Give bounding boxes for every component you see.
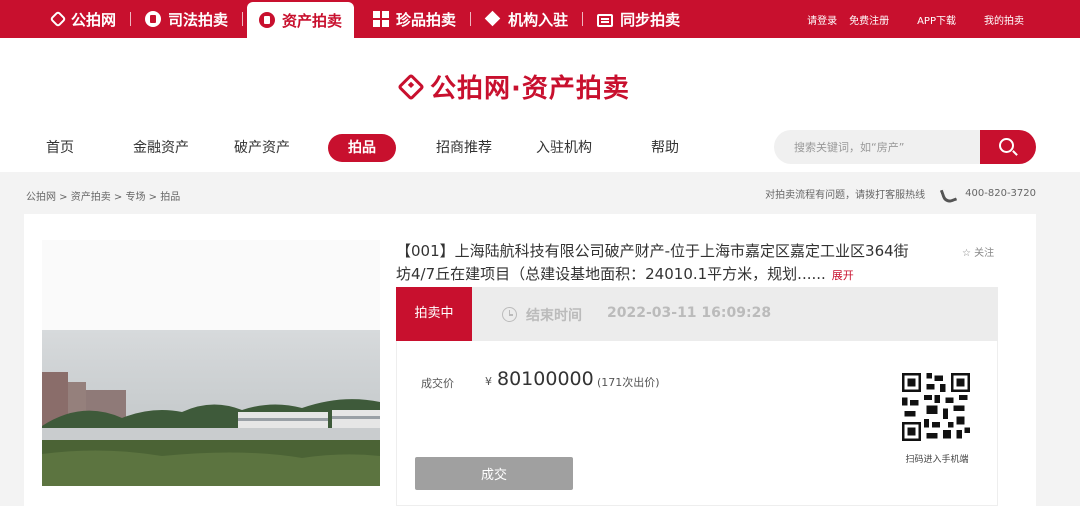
- status-badge: 拍卖中: [396, 287, 472, 341]
- price-label: 成交价: [421, 377, 454, 390]
- divider: [130, 12, 132, 26]
- top-nav-asset[interactable]: 资产拍卖: [247, 2, 355, 38]
- end-time-label: 结束时间: [526, 308, 582, 324]
- bid-count[interactable]: (171次出价): [597, 374, 660, 390]
- main-nav: 首页 金融资产 破产资产 拍品 招商推荐 入驻机构 帮助: [0, 134, 760, 162]
- nav-institutions[interactable]: 入驻机构: [536, 134, 592, 162]
- top-nav-institution[interactable]: 机构入驻: [475, 0, 578, 38]
- clock-icon: [502, 307, 517, 322]
- search-button[interactable]: [980, 130, 1036, 164]
- nav-investment[interactable]: 招商推荐: [436, 134, 492, 162]
- gongpai-logo-icon: [49, 10, 67, 28]
- search-bar: [774, 130, 1036, 164]
- nav-financial-assets[interactable]: 金融资产: [133, 134, 189, 162]
- divider: [470, 12, 472, 26]
- auction-status-bar: 拍卖中 结束时间 2022-03-11 16:09:28: [396, 287, 998, 341]
- brand-logo-icon: [397, 72, 425, 101]
- search-icon: [999, 138, 1014, 153]
- qr-caption: 扫码进入手机端: [905, 455, 969, 465]
- lot-card: 【001】上海陆航科技有限公司破产财产-位于上海市嘉定区嘉定工业区364街坊4/…: [24, 214, 1036, 506]
- currency-symbol: ¥: [485, 375, 492, 388]
- breadcrumb[interactable]: 公拍网 > 资产拍卖 > 专场 > 拍品: [26, 188, 180, 203]
- qr-code-icon[interactable]: [902, 373, 970, 441]
- user-links: 请登录 免费注册 APP下载 我的拍卖: [795, 0, 1024, 38]
- brand[interactable]: 公拍网·资产拍卖: [397, 68, 630, 105]
- search-input[interactable]: [774, 130, 980, 164]
- price-value: 80100000: [497, 368, 594, 390]
- top-nav-treasure[interactable]: 珍品拍卖: [363, 0, 466, 38]
- nav-lots[interactable]: 拍品: [328, 134, 396, 162]
- judicial-icon: [145, 11, 162, 27]
- top-nav-sync[interactable]: 同步拍卖: [587, 0, 690, 38]
- expand-link[interactable]: 展开: [832, 269, 854, 282]
- grid-icon: [373, 11, 390, 27]
- top-nav: 公拍网 司法拍卖 资产拍卖 珍品拍卖 机构入驻 同步拍卖: [40, 0, 690, 38]
- my-auction-link[interactable]: 我的拍卖: [984, 12, 1024, 27]
- follow-button[interactable]: ☆ 关注: [962, 244, 994, 259]
- price-panel: 成交价 ¥ 80100000 (171次出价) 成交 扫码进入手机端: [396, 341, 998, 506]
- nav-home[interactable]: 首页: [46, 134, 74, 162]
- lot-photo-image: [42, 240, 380, 486]
- nav-bankruptcy-assets[interactable]: 破产资产: [234, 134, 290, 162]
- lot-photo[interactable]: [42, 240, 380, 486]
- app-download-link[interactable]: APP下载: [917, 12, 956, 27]
- top-nav-gongpai[interactable]: 公拍网: [40, 0, 126, 38]
- deal-button[interactable]: 成交: [415, 457, 573, 490]
- header: 公拍网·资产拍卖 首页 金融资产 破产资产 拍品 招商推荐 入驻机构 帮助: [0, 38, 1080, 172]
- end-time-value: 2022-03-11 16:09:28: [607, 305, 772, 321]
- asset-icon: [259, 12, 276, 28]
- phone-icon: [941, 188, 953, 200]
- brand-title: 公拍网·资产拍卖: [430, 74, 630, 104]
- register-link[interactable]: 免费注册: [849, 12, 889, 27]
- lot-title[interactable]: 【001】上海陆航科技有限公司破产财产-位于上海市嘉定区嘉定工业区364街坊4/…: [396, 240, 922, 287]
- breadcrumb-row: 公拍网 > 资产拍卖 > 专场 > 拍品 对拍卖流程有问题，请拨打客服热线 40…: [0, 172, 1080, 216]
- divider: [242, 12, 244, 26]
- hotline-text: 对拍卖流程有问题，请拨打客服热线: [765, 190, 926, 201]
- screen-icon: [597, 13, 614, 27]
- login-link[interactable]: 请登录: [807, 12, 837, 27]
- top-bar: 公拍网 司法拍卖 资产拍卖 珍品拍卖 机构入驻 同步拍卖 请登录 免费注册 AP…: [0, 0, 1080, 38]
- nav-help[interactable]: 帮助: [651, 134, 679, 162]
- divider: [582, 12, 584, 26]
- hotline-number: 400-820-3720: [965, 188, 1036, 199]
- top-nav-judicial[interactable]: 司法拍卖: [135, 0, 238, 38]
- diamond-icon: [485, 11, 501, 27]
- hotline: 对拍卖流程有问题，请拨打客服热线 400-820-3720: [765, 186, 1036, 201]
